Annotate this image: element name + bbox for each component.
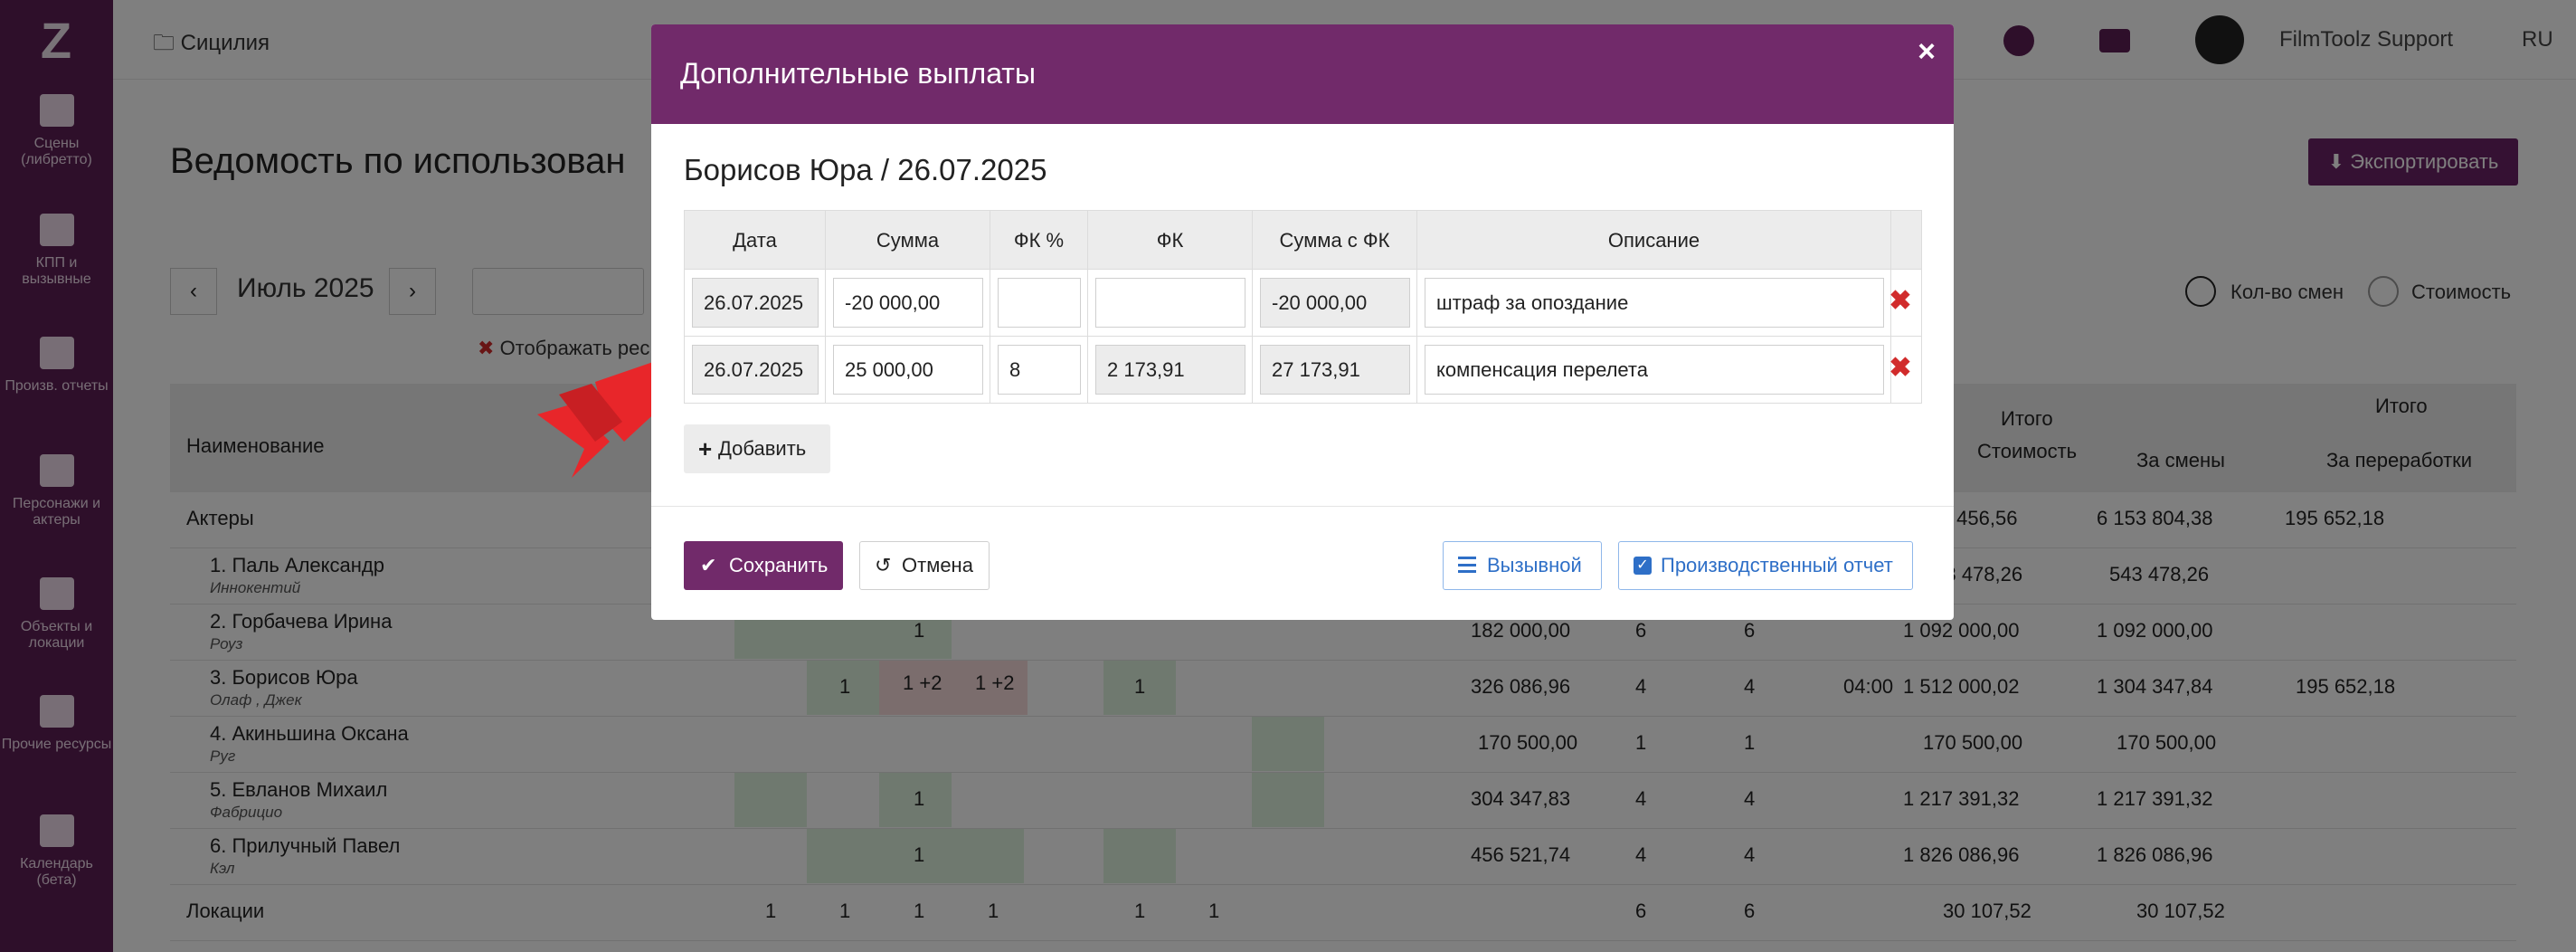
col-description: Описание [1417,211,1891,271]
save-button[interactable]: ✔ Сохранить [684,541,843,590]
check-icon: ✔ [700,554,717,576]
cancel-button[interactable]: ↺ Отмена [859,541,990,590]
description-field[interactable]: компенсация перелета [1425,345,1884,395]
fk-pct-field[interactable]: 8 [998,345,1081,395]
sum-fk-field: -20 000,00 [1260,278,1410,328]
modal-title: Дополнительные выплаты [680,57,1036,90]
fk-pct-field[interactable] [998,278,1081,328]
callsheet-label: Вызывной [1487,554,1582,576]
production-report-label: Производственный отчет [1661,554,1893,576]
add-payment-button[interactable]: + Добавить [684,424,830,473]
save-label: Сохранить [729,554,829,576]
list-icon [1458,557,1476,573]
sum-field[interactable]: -20 000,00 [833,278,983,328]
col-sum-fk: Сумма с ФК [1253,211,1417,271]
col-sum: Сумма [826,211,990,271]
modal-subtitle: Борисов Юра / 26.07.2025 [684,153,1047,186]
fk-field: 2 173,91 [1095,345,1245,395]
add-label: Добавить [718,437,807,460]
check-square-icon: ✓ [1634,557,1652,575]
date-field: 26.07.2025 [692,278,819,328]
date-field: 26.07.2025 [692,345,819,395]
delete-icon[interactable]: ✖ [1887,355,1914,382]
close-icon[interactable]: × [1910,35,1943,68]
payment-row: 26.07.2025 -20 000,00 -20 000,00 штраф з… [684,270,1922,337]
payments-table: Дата Сумма ФК % ФК Сумма с ФК Описание 2… [684,210,1922,404]
description-field[interactable]: штраф за опоздание [1425,278,1884,328]
production-report-button[interactable]: ✓ Производственный отчет [1618,541,1913,590]
col-date: Дата [685,211,826,271]
callsheet-button[interactable]: Вызывной [1443,541,1602,590]
sum-field[interactable]: 25 000,00 [833,345,983,395]
delete-icon[interactable]: ✖ [1887,288,1914,315]
plus-icon: + [698,435,713,462]
col-fk-pct: ФК % [990,211,1088,271]
modal-header: Дополнительные выплаты × [651,24,1954,124]
extra-payments-modal: Дополнительные выплаты × Борисов Юра / 2… [651,24,1954,620]
payments-table-header: Дата Сумма ФК % ФК Сумма с ФК Описание [684,210,1922,271]
payment-row: 26.07.2025 25 000,00 8 2 173,91 27 173,9… [684,337,1922,404]
undo-icon: ↺ [875,554,892,576]
col-fk: ФК [1088,211,1253,271]
modal-divider [651,506,1954,507]
cancel-label: Отмена [902,554,973,576]
sum-fk-field: 27 173,91 [1260,345,1410,395]
fk-field[interactable] [1095,278,1245,328]
